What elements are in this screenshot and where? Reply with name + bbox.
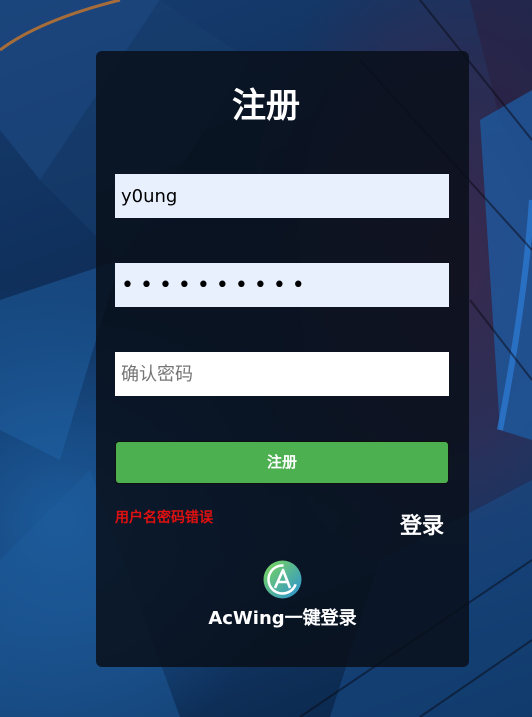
login-link[interactable]: 登录 — [400, 508, 444, 540]
register-button[interactable]: 注册 — [115, 441, 449, 484]
error-message: 用户名密码错误 — [115, 510, 213, 526]
acwing-logo-icon[interactable] — [263, 560, 302, 599]
acwing-login-label[interactable]: AcWing一键登录 — [0, 604, 532, 630]
username-input[interactable] — [115, 174, 449, 218]
confirm-password-input[interactable] — [115, 352, 449, 396]
register-title: 注册 — [232, 86, 300, 126]
password-input[interactable] — [115, 263, 449, 307]
